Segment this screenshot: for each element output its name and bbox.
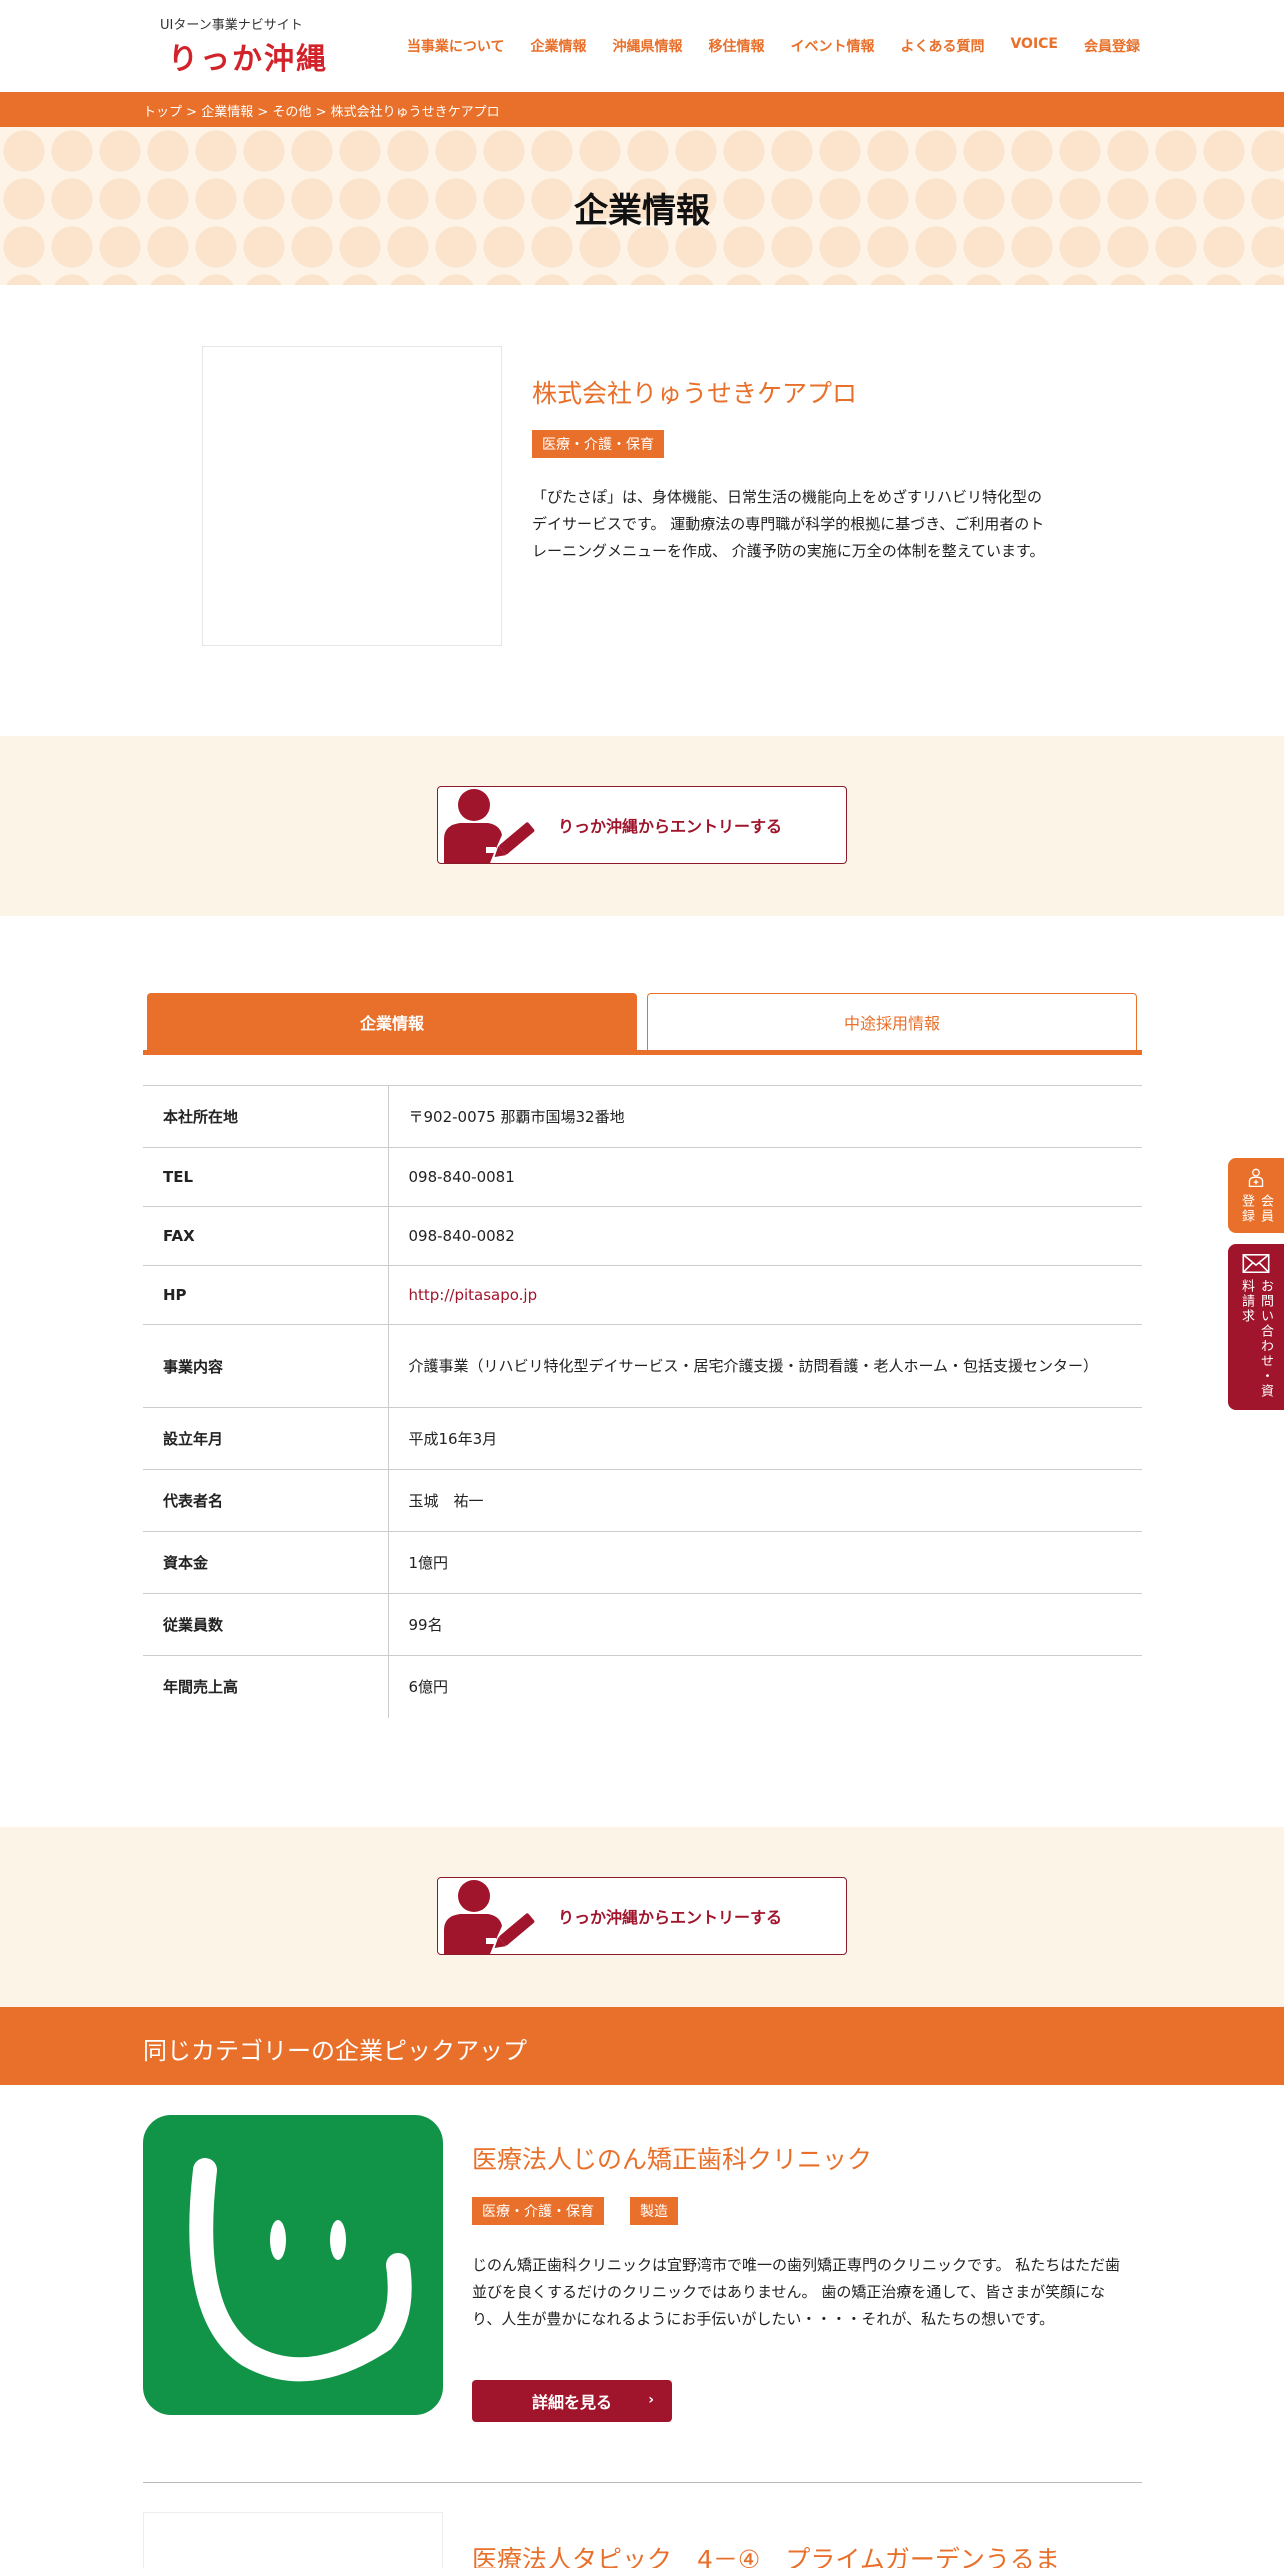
row-value-tel: 098-840-0081 <box>408 1168 515 1186</box>
tab-underline <box>143 1050 1142 1055</box>
row-value-capital: 1億円 <box>408 1553 449 1572</box>
table-row: 資本金 1億円 <box>143 1531 1142 1594</box>
pickup-description: じのん矯正歯科クリニックは宜野湾市で唯一の歯列矯正専門のクリニックです。 私たち… <box>472 2256 1120 2328</box>
logo-subtitle: UIターン事業ナビサイト <box>160 18 303 33</box>
entry-section: りっか沖縄からエントリーする <box>0 736 1284 916</box>
row-label-fax: FAX <box>143 1206 389 1266</box>
table-row: 本社所在地 〒902-0075 那覇市国場32番地 <box>143 1085 1142 1148</box>
company-intro: 「ぴたさぽ」は、身体機能、日常生活の機能向上をめざすリハビリ特化型のデイサービス… <box>532 488 1045 560</box>
row-value-representative: 玉城 祐一 <box>408 1491 484 1510</box>
entry-button[interactable]: りっか沖縄からエントリーする <box>437 786 847 864</box>
row-value-founded: 平成16年3月 <box>408 1429 498 1448</box>
breadcrumb-sep: > <box>315 105 327 120</box>
side-register-button[interactable]: 会員登録 <box>1228 1158 1284 1233</box>
person-pen-icon <box>438 787 548 863</box>
table-row: 設立年月 平成16年3月 <box>143 1407 1142 1470</box>
company-logo <box>202 346 502 646</box>
breadcrumb-other[interactable]: その他 <box>272 105 311 120</box>
entry-button-label: りっか沖縄からエントリーする <box>558 817 783 836</box>
nav-voice[interactable]: VOICE <box>1010 36 1058 56</box>
table-row: HP http://pitasapo.jp <box>143 1265 1142 1325</box>
pickup-company-name[interactable]: 医療法人タピック 4－④ プライムガーデンうるま <box>472 2540 1060 2568</box>
page-title: 企業情報 <box>574 191 710 231</box>
row-label-address: 本社所在地 <box>143 1085 389 1148</box>
row-label-business: 事業内容 <box>143 1324 389 1408</box>
row-label-sales: 年間売上高 <box>143 1655 389 1718</box>
person-pen-icon <box>438 1878 548 1954</box>
side-contact-button[interactable]: お問い合わせ・資料請求 <box>1228 1244 1284 1410</box>
main-nav: 当事業について 企業情報 沖縄県情報 移住情報 イベント情報 よくある質問 VO… <box>407 36 1140 56</box>
category-tag: 医療・介護・保育 <box>472 2197 604 2225</box>
breadcrumb-companies[interactable]: 企業情報 <box>201 105 253 120</box>
category-tag: 製造 <box>630 2197 678 2225</box>
homepage-link[interactable]: http://pitasapo.jp <box>409 1286 538 1304</box>
entry-button-label: りっか沖縄からエントリーする <box>558 1908 783 1927</box>
row-label-hp: HP <box>143 1265 389 1325</box>
row-label-founded: 設立年月 <box>143 1407 389 1470</box>
row-value-fax: 098-840-0082 <box>408 1227 515 1245</box>
table-row: 従業員数 99名 <box>143 1593 1142 1656</box>
breadcrumb-top[interactable]: トップ <box>143 105 182 120</box>
site-logo[interactable]: UIターン事業ナビサイト りっか沖縄 <box>160 14 328 78</box>
view-details-button[interactable]: 詳細を見る › <box>472 2380 672 2422</box>
tab-company-info[interactable]: 企業情報 <box>147 993 637 1051</box>
nav-events[interactable]: イベント情報 <box>790 36 874 56</box>
page-hero: 企業情報 <box>0 127 1284 285</box>
row-value-employees: 99名 <box>408 1615 443 1634</box>
breadcrumb-sep: > <box>257 105 269 120</box>
breadcrumb-current: 株式会社りゅうせきケアプロ <box>330 105 500 120</box>
table-row: 年間売上高 6億円 <box>143 1655 1142 1718</box>
entry-button[interactable]: りっか沖縄からエントリーする <box>437 1877 847 1955</box>
view-details-label: 詳細を見る <box>531 2393 612 2412</box>
side-register-label: 会員登録 <box>1239 1193 1273 1224</box>
category-tag: 医療・介護・保育 <box>532 430 664 458</box>
pickup-company-name[interactable]: 医療法人じのん矯正歯科クリニック <box>472 2140 872 2176</box>
company-name: 株式会社りゅうせきケアプロ <box>532 379 858 408</box>
site-header: UIターン事業ナビサイト りっか沖縄 当事業について 企業情報 沖縄県情報 移住… <box>0 0 1284 92</box>
breadcrumb: トップ > 企業情報 > その他 > 株式会社りゅうせきケアプロ <box>143 101 500 120</box>
pickup-company-logo[interactable] <box>143 2512 443 2568</box>
breadcrumb-sep: > <box>186 105 198 120</box>
table-row: 代表者名 玉城 祐一 <box>143 1469 1142 1532</box>
table-row: 事業内容 介護事業（リハビリ特化型デイサービス・居宅介護支援・訪問看護・老人ホー… <box>143 1324 1142 1408</box>
nav-migration[interactable]: 移住情報 <box>708 36 764 56</box>
table-row: TEL 098-840-0081 <box>143 1147 1142 1207</box>
pickup-heading: 同じカテゴリーの企業ピックアップ <box>143 2037 527 2065</box>
divider <box>143 2482 1142 2483</box>
user-plus-icon <box>1248 1168 1264 1188</box>
smile-logo-icon[interactable] <box>143 2115 443 2415</box>
logo-title: りっか沖縄 <box>168 42 328 77</box>
pickup-header: 同じカテゴリーの企業ピックアップ <box>0 2007 1284 2085</box>
nav-register[interactable]: 会員登録 <box>1084 36 1140 56</box>
breadcrumb-bar: トップ > 企業情報 > その他 > 株式会社りゅうせきケアプロ <box>0 92 1284 127</box>
side-contact-label: お問い合わせ・資料請求 <box>1239 1279 1273 1400</box>
company-info-table: 本社所在地 〒902-0075 那覇市国場32番地 TEL 098-840-00… <box>143 1085 1142 1718</box>
tab-career-recruitment[interactable]: 中途採用情報 <box>647 993 1137 1051</box>
nav-companies[interactable]: 企業情報 <box>530 36 586 56</box>
row-value-sales: 6億円 <box>408 1677 449 1696</box>
row-label-capital: 資本金 <box>143 1531 389 1594</box>
nav-okinawa-info[interactable]: 沖縄県情報 <box>612 36 682 56</box>
table-row: FAX 098-840-0082 <box>143 1206 1142 1266</box>
mail-icon <box>1242 1254 1270 1274</box>
row-label-employees: 従業員数 <box>143 1593 389 1656</box>
row-value-business: 介護事業（リハビリ特化型デイサービス・居宅介護支援・訪問看護・老人ホーム・包括支… <box>408 1357 1099 1375</box>
row-value-address: 〒902-0075 那覇市国場32番地 <box>408 1107 625 1126</box>
nav-about[interactable]: 当事業について <box>407 36 505 56</box>
row-label-representative: 代表者名 <box>143 1469 389 1532</box>
row-label-tel: TEL <box>143 1147 389 1207</box>
nav-faq[interactable]: よくある質問 <box>900 36 984 56</box>
entry-section: りっか沖縄からエントリーする <box>0 1827 1284 2007</box>
chevron-right-icon: › <box>648 2392 654 2408</box>
